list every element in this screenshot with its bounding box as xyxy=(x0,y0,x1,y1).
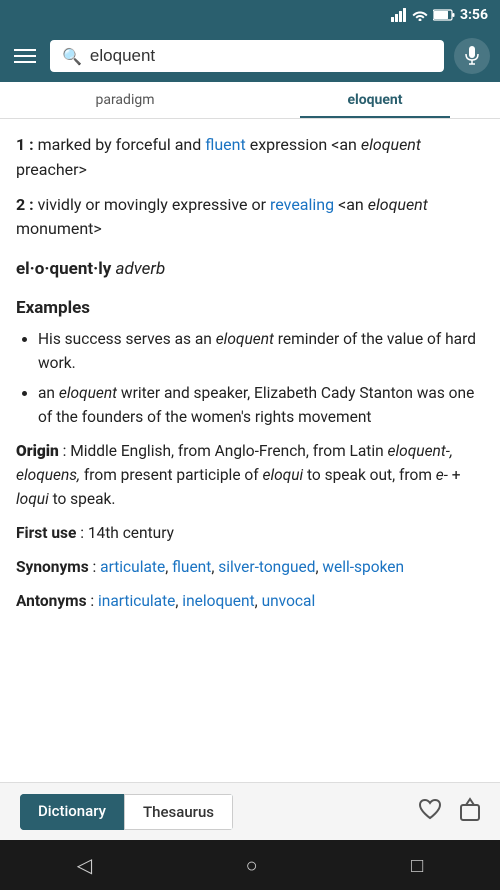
def2-link-revealing[interactable]: revealing xyxy=(270,195,334,214)
def1-link-fluent[interactable]: fluent xyxy=(205,135,245,154)
word-form-adverb: el·o·quent·ly adverb xyxy=(16,256,484,282)
antonyms-label: Antonyms xyxy=(16,592,87,610)
action-icons xyxy=(418,797,480,827)
tab-eloquent[interactable]: eloquent xyxy=(250,82,500,118)
syn-fluent[interactable]: fluent xyxy=(172,558,211,576)
search-container[interactable]: 🔍 eloquent xyxy=(50,40,444,72)
search-icon: 🔍 xyxy=(62,47,82,66)
tab-bar: paradigm eloquent xyxy=(0,82,500,119)
dictionary-tab[interactable]: Dictionary xyxy=(20,794,124,830)
definition-1: 1 : marked by forceful and fluent expres… xyxy=(16,133,484,183)
example-2: an eloquent writer and speaker, Elizabet… xyxy=(38,381,484,429)
status-time: 3:56 xyxy=(460,7,488,23)
origin-block: Origin : Middle English, from Anglo-Fren… xyxy=(16,439,484,511)
favorite-icon[interactable] xyxy=(418,798,442,826)
share-icon[interactable] xyxy=(460,797,480,827)
nav-bar: ◁ ○ □ xyxy=(0,840,500,890)
synonyms-colon: : xyxy=(93,558,101,576)
def2-text: vividly or movingly expressive or xyxy=(38,195,270,214)
dict-thesaurus-tabs: Dictionary Thesaurus xyxy=(20,794,233,830)
back-button[interactable]: ◁ xyxy=(77,853,92,877)
syn-silver-tongued[interactable]: silver-tongued xyxy=(218,558,315,576)
example-1: His success serves as an eloquent remind… xyxy=(38,327,484,375)
syn-well-spoken[interactable]: well-spoken xyxy=(322,558,404,576)
antonyms-block: Antonyms : inarticulate, ineloquent, unv… xyxy=(16,589,484,613)
first-use-label: First use xyxy=(16,524,76,542)
antonyms-colon: : xyxy=(90,592,98,610)
hamburger-menu[interactable] xyxy=(10,45,40,67)
signal-icon xyxy=(391,8,407,22)
examples-title: Examples xyxy=(16,295,484,321)
synonyms-block: Synonyms : articulate, fluent, silver-to… xyxy=(16,555,484,579)
ant-inarticulate[interactable]: inarticulate xyxy=(98,592,175,610)
mic-button[interactable] xyxy=(454,38,490,74)
def-number-2: 2 : xyxy=(16,195,34,214)
ant-unvocal[interactable]: unvocal xyxy=(262,592,316,610)
bottom-bar: Dictionary Thesaurus xyxy=(0,782,500,840)
definition-2: 2 : vividly or movingly expressive or re… xyxy=(16,193,484,243)
search-input[interactable]: eloquent xyxy=(90,46,432,66)
status-icons: 3:56 xyxy=(391,7,488,23)
syn-articulate[interactable]: articulate xyxy=(100,558,165,576)
ant-ineloquent[interactable]: ineloquent xyxy=(182,592,254,610)
origin-label: Origin xyxy=(16,442,59,460)
def-number-1: 1 : xyxy=(16,135,34,154)
tab-paradigm[interactable]: paradigm xyxy=(0,82,250,118)
search-bar: 🔍 eloquent xyxy=(0,30,500,82)
synonyms-label: Synonyms xyxy=(16,558,89,576)
pos-label: adverb xyxy=(116,259,166,279)
first-use-block: First use : 14th century xyxy=(16,521,484,545)
first-use-value: : 14th century xyxy=(80,524,174,542)
content-area: 1 : marked by forceful and fluent expres… xyxy=(0,119,500,775)
origin-text: : Middle English, from Anglo-French, fro… xyxy=(16,442,461,508)
home-button[interactable]: ○ xyxy=(246,853,258,878)
recents-button[interactable]: □ xyxy=(411,853,423,878)
thesaurus-tab[interactable]: Thesaurus xyxy=(124,794,233,830)
examples-list: His success serves as an eloquent remind… xyxy=(16,327,484,429)
status-bar: 3:56 xyxy=(0,0,500,30)
battery-icon xyxy=(433,9,455,21)
wifi-icon xyxy=(412,9,428,21)
def1-text: marked by forceful and xyxy=(38,135,206,154)
